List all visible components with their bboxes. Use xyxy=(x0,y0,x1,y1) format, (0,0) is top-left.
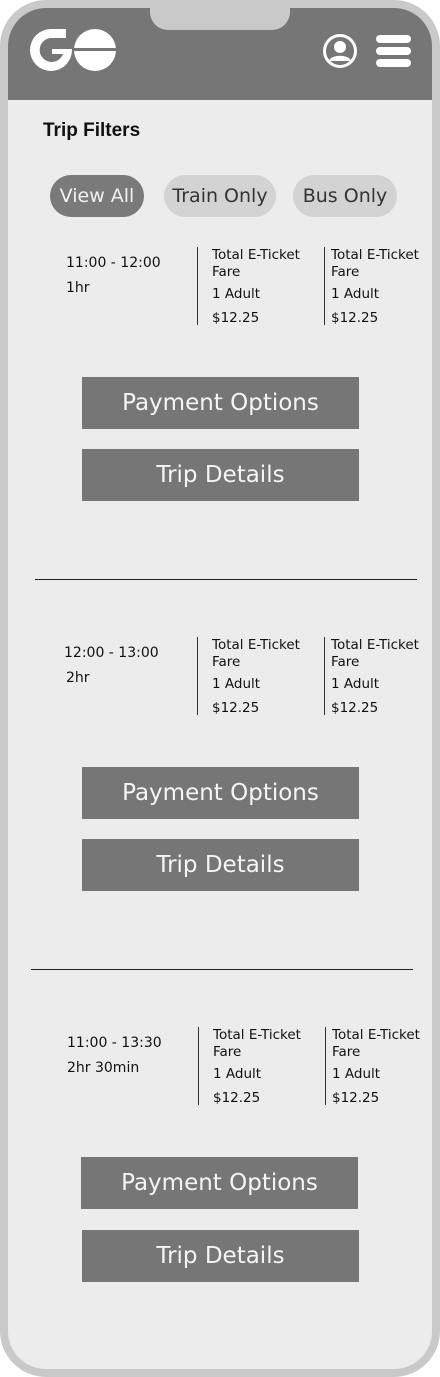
fare-price: $12.25 xyxy=(212,310,260,326)
fare-title: Total E-Ticket Fare xyxy=(331,637,419,670)
fare-title: Total E-Ticket Fare xyxy=(213,1027,301,1060)
user-profile-icon[interactable] xyxy=(322,33,358,74)
fare-summary: Total E-Ticket Fare 1 Adult $12.25 xyxy=(324,637,429,716)
fare-price: $12.25 xyxy=(212,700,260,716)
trip-duration: 2hr xyxy=(66,670,90,686)
trip-time: 12:00 - 13:00 xyxy=(64,645,159,661)
payment-options-button[interactable]: Payment Options xyxy=(81,1157,358,1209)
fare-passengers: 1 Adult xyxy=(331,286,380,302)
fare-summary: Total E-Ticket Fare 1 Adult $12.25 xyxy=(324,247,429,326)
hamburger-menu-icon[interactable] xyxy=(376,35,412,72)
fare-passengers: 1 Adult xyxy=(331,676,380,692)
trip-filters-title: Trip Filters xyxy=(43,120,141,141)
trip-divider xyxy=(35,579,417,580)
trip-time: 11:00 - 13:30 xyxy=(67,1035,162,1051)
fare-title: Total E-Ticket Fare xyxy=(332,1027,420,1060)
fare-summary: Total E-Ticket Fare 1 Adult $12.25 xyxy=(197,637,315,716)
fare-passengers: 1 Adult xyxy=(212,676,261,692)
trip-duration: 1hr xyxy=(66,280,90,296)
fare-price: $12.25 xyxy=(331,700,379,716)
go-logo-icon[interactable] xyxy=(30,29,116,76)
payment-options-button[interactable]: Payment Options xyxy=(82,767,359,819)
device-notch xyxy=(150,8,290,30)
trip-time: 11:00 - 12:00 xyxy=(66,255,161,271)
filter-view-all-button[interactable]: View All xyxy=(50,175,144,217)
trip-details-button[interactable]: Trip Details xyxy=(82,449,359,501)
trip-divider xyxy=(31,969,413,970)
fare-summary: Total E-Ticket Fare 1 Adult $12.25 xyxy=(325,1027,429,1106)
filter-bus-only-button[interactable]: Bus Only xyxy=(293,175,397,217)
fare-title: Total E-Ticket Fare xyxy=(212,247,300,280)
filter-train-only-button[interactable]: Train Only xyxy=(164,175,276,217)
app-header xyxy=(8,8,432,100)
fare-title: Total E-Ticket Fare xyxy=(331,247,419,280)
trip-details-button[interactable]: Trip Details xyxy=(82,1230,359,1282)
fare-summary: Total E-Ticket Fare 1 Adult $12.25 xyxy=(198,1027,316,1106)
phone-frame: Trip Filters View All Train Only Bus Onl… xyxy=(0,0,440,1377)
payment-options-button[interactable]: Payment Options xyxy=(82,377,359,429)
fare-title: Total E-Ticket Fare xyxy=(212,637,300,670)
fare-passengers: 1 Adult xyxy=(212,286,261,302)
trip-details-button[interactable]: Trip Details xyxy=(82,839,359,891)
trip-duration: 2hr 30min xyxy=(67,1060,140,1076)
fare-summary: Total E-Ticket Fare 1 Adult $12.25 xyxy=(197,247,315,326)
fare-price: $12.25 xyxy=(331,310,379,326)
fare-price: $12.25 xyxy=(332,1090,380,1106)
fare-price: $12.25 xyxy=(213,1090,261,1106)
fare-passengers: 1 Adult xyxy=(213,1066,262,1082)
fare-passengers: 1 Adult xyxy=(332,1066,381,1082)
